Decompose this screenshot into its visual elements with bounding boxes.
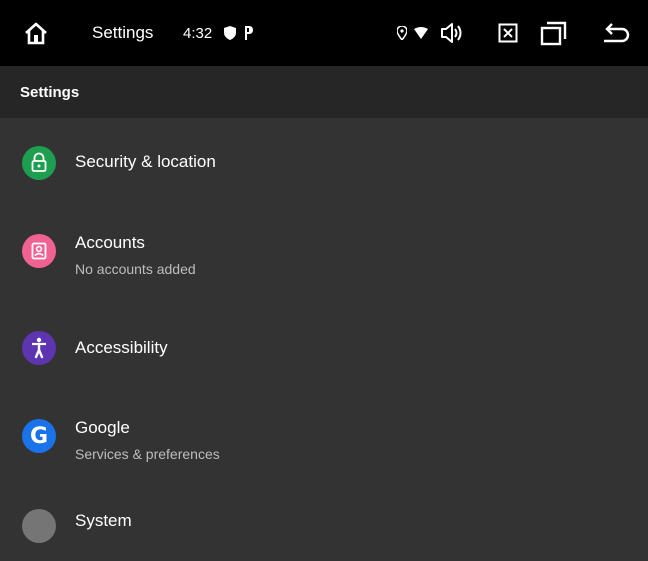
app-title: Settings [92,23,154,42]
parking-icon [241,0,255,66]
home-icon[interactable] [18,0,54,66]
settings-item-system[interactable]: System [0,491,648,561]
google-icon: G [22,419,56,453]
status-bar: Settings 4:32 [0,0,648,66]
recent-apps-icon[interactable] [538,0,570,66]
app-bar: Settings [0,66,648,118]
settings-item-title: Security & location [75,152,216,171]
settings-item-title: System [75,511,132,530]
back-icon[interactable] [600,0,632,66]
page-title: Settings [20,83,80,101]
svg-text:G: G [30,424,48,449]
close-box-icon[interactable] [495,0,521,66]
account-icon [22,234,56,268]
lock-icon [22,146,56,180]
settings-item-accounts[interactable]: Accounts No accounts added [0,216,648,286]
settings-item-subtitle: No accounts added [75,261,196,277]
wifi-icon [413,0,429,66]
settings-item-title: Google [75,418,130,437]
settings-item-security-location[interactable]: Security & location [0,128,648,198]
settings-item-accessibility[interactable]: Accessibility [0,313,648,383]
settings-item-title: Accessibility [75,338,168,357]
clock-time: 4:32 [183,24,213,42]
settings-item-subtitle: Services & preferences [75,446,220,462]
shield-icon [222,0,238,66]
location-icon [395,0,409,66]
accessibility-icon [22,331,56,365]
settings-item-title: Accounts [75,233,145,252]
system-icon [22,509,56,543]
settings-item-google[interactable]: G Google Services & preferences [0,401,648,471]
volume-icon[interactable] [438,0,466,66]
